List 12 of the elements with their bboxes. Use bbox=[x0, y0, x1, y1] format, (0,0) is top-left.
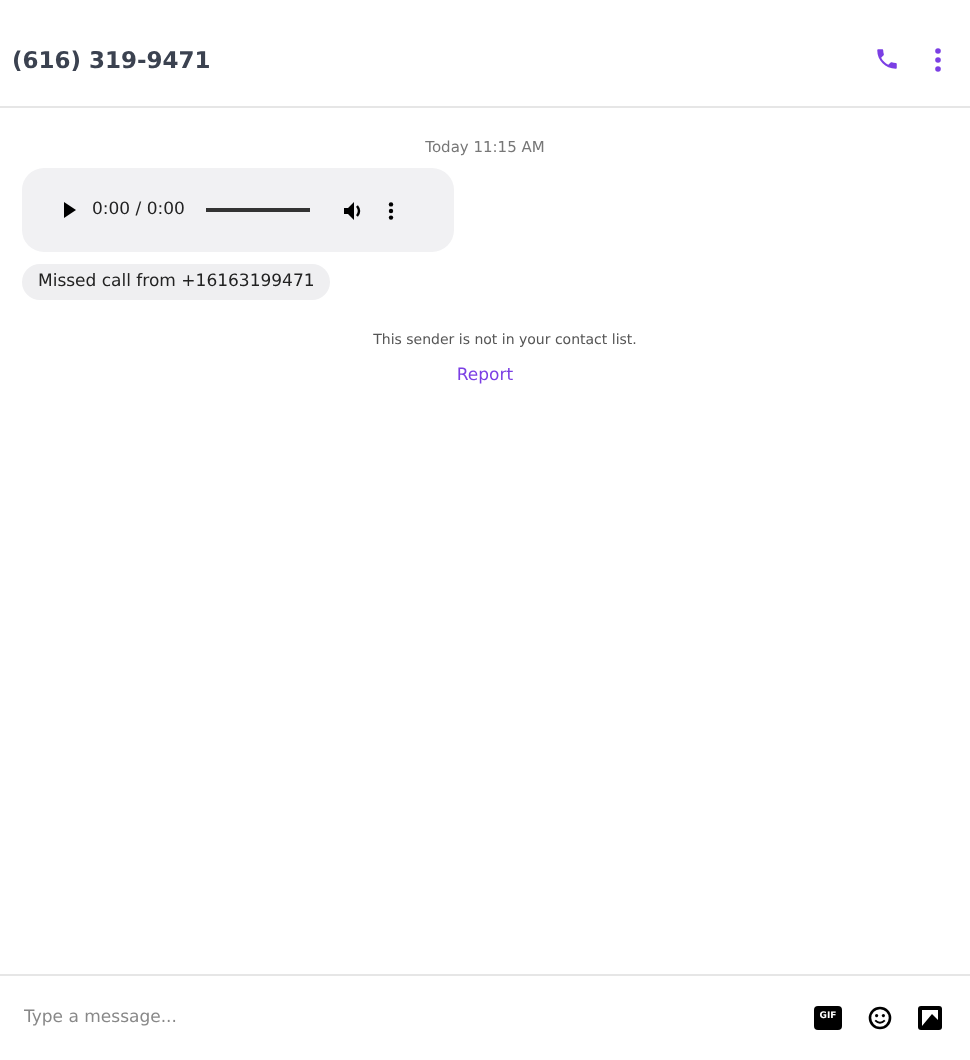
volume-icon[interactable] bbox=[344, 201, 365, 219]
message-field[interactable]: Type a message... bbox=[24, 1008, 814, 1028]
audio-player[interactable]: 0:00 / 0:00 bbox=[22, 168, 454, 252]
audio-time: 0:00 / 0:00 bbox=[92, 200, 185, 220]
report-link[interactable]: Report bbox=[456, 366, 514, 386]
more-icon[interactable] bbox=[388, 201, 395, 219]
image-icon[interactable] bbox=[918, 1006, 942, 1030]
contact-name: (616) 319-9471 bbox=[12, 43, 213, 73]
play-icon[interactable] bbox=[64, 202, 76, 218]
phone-icon[interactable] bbox=[874, 46, 900, 72]
emoji-icon[interactable] bbox=[868, 1006, 892, 1030]
message-bubble: Missed call from +16163199471 bbox=[22, 264, 331, 300]
